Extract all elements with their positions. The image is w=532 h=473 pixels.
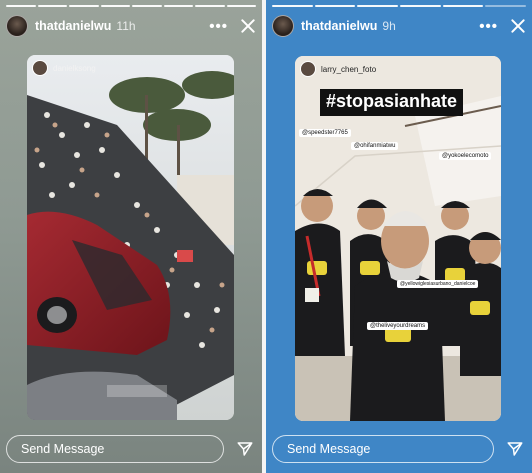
- send-message-input[interactable]: Send Message: [272, 435, 494, 463]
- story-footer: Send Message: [272, 434, 526, 464]
- post-time: 11h: [116, 19, 136, 33]
- reposter-avatar: [300, 61, 316, 77]
- username[interactable]: thatdanielwu: [301, 19, 377, 33]
- mention-tag[interactable]: @yellowiglesiasurbano_danielcoe: [397, 280, 479, 288]
- avatar[interactable]: [272, 15, 294, 37]
- more-options-icon[interactable]: •••: [209, 18, 228, 35]
- mention-tag[interactable]: @yokoelecomoto: [439, 152, 492, 160]
- post-time: 9h: [382, 19, 396, 33]
- story-right[interactable]: thatdanielwu 9h ••• larry_chen_foto #sto…: [266, 0, 532, 473]
- story-progress-bar: [6, 5, 256, 7]
- crowd-photo: [27, 55, 234, 420]
- mention-tag[interactable]: @ohifanmiatwu: [351, 142, 399, 150]
- reposted-from[interactable]: larry_chen_foto: [300, 61, 376, 77]
- hashtag-text: #stopasianhate: [326, 91, 458, 111]
- send-message-placeholder: Send Message: [287, 442, 371, 456]
- story-progress-bar: [272, 5, 527, 7]
- more-options-icon[interactable]: •••: [479, 18, 498, 35]
- story-header: thatdanielwu 11h •••: [6, 14, 256, 38]
- reposted-post-card[interactable]: danielksong: [27, 55, 234, 420]
- send-icon[interactable]: [504, 438, 526, 460]
- story-left[interactable]: thatdanielwu 11h ••• danielksong Send Me…: [0, 0, 262, 473]
- reposter-username[interactable]: danielksong: [53, 64, 96, 73]
- avatar[interactable]: [6, 15, 28, 37]
- send-icon[interactable]: [234, 438, 256, 460]
- send-message-input[interactable]: Send Message: [6, 435, 224, 463]
- close-icon[interactable]: [240, 18, 256, 34]
- reposter-username[interactable]: larry_chen_foto: [321, 65, 376, 74]
- story-footer: Send Message: [6, 434, 256, 464]
- username[interactable]: thatdanielwu: [35, 19, 111, 33]
- hashtag-sticker[interactable]: #stopasianhate: [320, 89, 464, 116]
- mention-tag[interactable]: @theliveyourdreams: [367, 322, 429, 330]
- reposter-avatar: [32, 60, 48, 76]
- send-message-placeholder: Send Message: [21, 442, 105, 456]
- reposted-post-card[interactable]: larry_chen_foto #stopasianhate @speedste…: [295, 56, 501, 421]
- close-icon[interactable]: [510, 18, 526, 34]
- mention-tag[interactable]: @speedster7765: [299, 129, 351, 137]
- reposted-from[interactable]: danielksong: [32, 60, 96, 76]
- story-header: thatdanielwu 9h •••: [272, 14, 526, 38]
